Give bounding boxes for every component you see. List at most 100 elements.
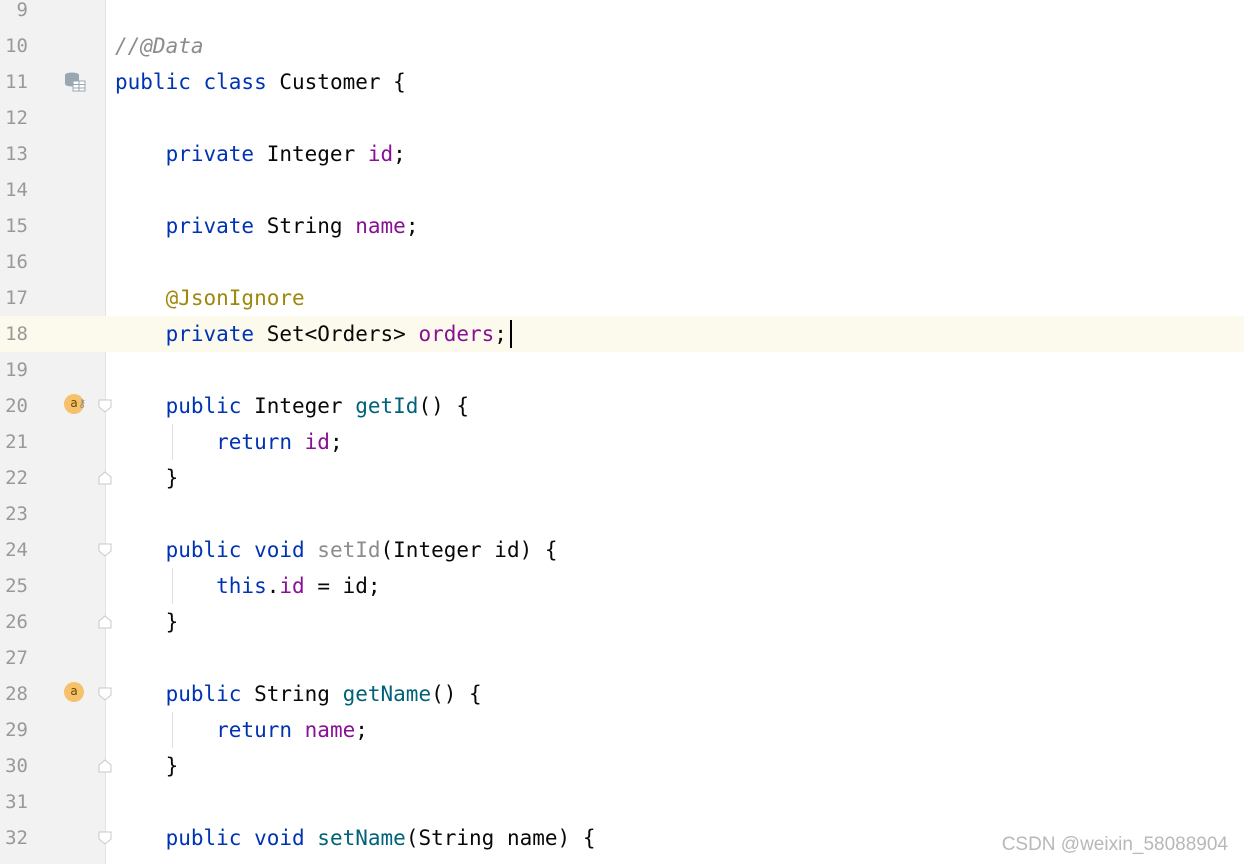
code-line[interactable]: //@Data bbox=[106, 28, 1244, 64]
code-token: getId bbox=[355, 394, 419, 418]
code-token: @JsonIgnore bbox=[115, 286, 305, 310]
gutter-line[interactable]: 11 bbox=[0, 64, 106, 100]
code-line[interactable]: private Set<Orders> orders; bbox=[106, 316, 1244, 352]
gutter-line[interactable]: 19 bbox=[0, 352, 106, 388]
gutter-line[interactable]: 16 bbox=[0, 244, 106, 280]
code-token: this bbox=[115, 574, 267, 598]
gutter-line[interactable]: 27 bbox=[0, 640, 106, 676]
line-number: 25 bbox=[5, 575, 28, 597]
code-token: Integer bbox=[254, 394, 356, 418]
code-token: orders bbox=[418, 322, 495, 346]
editor-gutter[interactable]: 9 10 11 12 13 14 15 16 17 18 19 20 a ⚷ 21 22 23 24 25 26 27 2… bbox=[0, 0, 112, 864]
code-text: public class Customer { bbox=[115, 64, 406, 100]
line-number: 9 bbox=[16, 0, 28, 21]
code-line[interactable]: return id; bbox=[106, 424, 1244, 460]
code-text: } bbox=[115, 604, 179, 640]
code-line[interactable]: } bbox=[106, 460, 1244, 496]
code-token: } bbox=[115, 754, 179, 778]
line-number: 22 bbox=[5, 467, 28, 489]
line-number: 21 bbox=[5, 431, 28, 453]
gutter-line[interactable]: 22 bbox=[0, 460, 112, 496]
code-token: public bbox=[115, 682, 255, 706]
code-token: private bbox=[115, 214, 267, 238]
line-number: 11 bbox=[5, 71, 28, 93]
code-line[interactable]: public void setId(Integer id) { bbox=[106, 532, 1244, 568]
code-text: public String getName() { bbox=[115, 676, 482, 712]
gutter-line[interactable]: 21 bbox=[0, 424, 106, 460]
code-line[interactable]: public class Customer { bbox=[106, 64, 1244, 100]
code-token: ; bbox=[405, 214, 419, 238]
code-token: } bbox=[115, 610, 179, 634]
key-icon: ⚷ bbox=[78, 397, 87, 410]
gutter-line[interactable]: 26 bbox=[0, 604, 112, 640]
gutter-line[interactable]: 12 bbox=[0, 100, 106, 136]
line-number: 23 bbox=[5, 503, 28, 525]
code-line[interactable]: } bbox=[106, 748, 1244, 784]
line-number: 20 bbox=[5, 395, 28, 417]
code-area[interactable]: //@Data public class Customer { private I… bbox=[106, 0, 1244, 864]
code-line[interactable] bbox=[106, 352, 1244, 388]
gutter-line[interactable]: 18 bbox=[0, 316, 106, 352]
gutter-line[interactable]: 32 bbox=[0, 820, 112, 856]
line-number: 14 bbox=[5, 179, 28, 201]
code-token: name bbox=[355, 214, 406, 238]
gutter-line[interactable]: 14 bbox=[0, 172, 106, 208]
gutter-line[interactable]: 29 bbox=[0, 712, 106, 748]
watermark: CSDN @weixin_58088904 bbox=[1001, 834, 1228, 855]
gutter-line[interactable]: 23 bbox=[0, 496, 106, 532]
code-line[interactable] bbox=[106, 0, 1244, 28]
line-number: 30 bbox=[5, 755, 28, 777]
gutter-line[interactable]: 9 bbox=[0, 0, 106, 28]
code-token: setId bbox=[317, 538, 381, 562]
gutter-line[interactable]: 13 bbox=[0, 136, 106, 172]
code-editor[interactable]: 9 10 11 12 13 14 15 16 17 18 19 20 a ⚷ 21 22 23 24 25 26 27 2… bbox=[0, 0, 1244, 864]
line-number: 27 bbox=[5, 647, 28, 669]
code-token: . bbox=[266, 574, 280, 598]
code-line[interactable]: return name; bbox=[106, 712, 1244, 748]
line-number: 13 bbox=[5, 143, 28, 165]
code-text: public void setId(Integer id) { bbox=[115, 532, 558, 568]
code-line[interactable] bbox=[106, 496, 1244, 532]
gutter-line[interactable]: 10 bbox=[0, 28, 106, 64]
code-token: ; bbox=[355, 718, 368, 742]
code-line[interactable] bbox=[106, 244, 1244, 280]
code-token: public bbox=[115, 394, 255, 418]
gutter-line[interactable]: 25 bbox=[0, 568, 106, 604]
code-line[interactable]: this.id = id; bbox=[106, 568, 1244, 604]
code-line[interactable] bbox=[106, 100, 1244, 136]
code-token: } bbox=[115, 466, 179, 490]
gutter-line[interactable]: 20 a ⚷ bbox=[0, 388, 112, 424]
code-line[interactable]: private String name; bbox=[106, 208, 1244, 244]
database-table-icon[interactable] bbox=[64, 71, 86, 93]
code-text: @JsonIgnore bbox=[115, 280, 305, 316]
line-number: 31 bbox=[5, 791, 28, 813]
annotation-badge-icon[interactable]: a bbox=[64, 682, 84, 702]
code-token: return bbox=[115, 430, 305, 454]
code-text: this.id = id; bbox=[115, 568, 380, 604]
gutter-line[interactable]: 15 bbox=[0, 208, 106, 244]
code-token: private bbox=[115, 322, 267, 346]
code-line[interactable] bbox=[106, 640, 1244, 676]
code-line[interactable]: private Integer id; bbox=[106, 136, 1244, 172]
code-line[interactable]: public String getName() { bbox=[106, 676, 1244, 712]
code-line[interactable]: } bbox=[106, 604, 1244, 640]
gutter-line[interactable]: 30 bbox=[0, 748, 112, 784]
gutter-line[interactable]: 28 a bbox=[0, 676, 112, 712]
code-text: public void setName(String name) { bbox=[115, 820, 596, 856]
line-number: 32 bbox=[5, 827, 28, 849]
code-text: return name; bbox=[115, 712, 368, 748]
code-line[interactable] bbox=[106, 172, 1244, 208]
code-token: String bbox=[266, 214, 356, 238]
gutter-line[interactable]: 17 bbox=[0, 280, 106, 316]
indent-guide bbox=[171, 712, 173, 748]
gutter-line[interactable]: 31 bbox=[0, 784, 106, 820]
code-line[interactable]: public Integer getId() { bbox=[106, 388, 1244, 424]
code-token: ; bbox=[494, 322, 507, 346]
code-token: public class bbox=[115, 70, 280, 94]
line-number: 18 bbox=[5, 323, 28, 345]
code-token: setName bbox=[317, 826, 406, 850]
code-text: return id; bbox=[115, 424, 342, 460]
code-line[interactable]: @JsonIgnore bbox=[106, 280, 1244, 316]
code-line[interactable] bbox=[106, 784, 1244, 820]
gutter-line[interactable]: 24 bbox=[0, 532, 112, 568]
